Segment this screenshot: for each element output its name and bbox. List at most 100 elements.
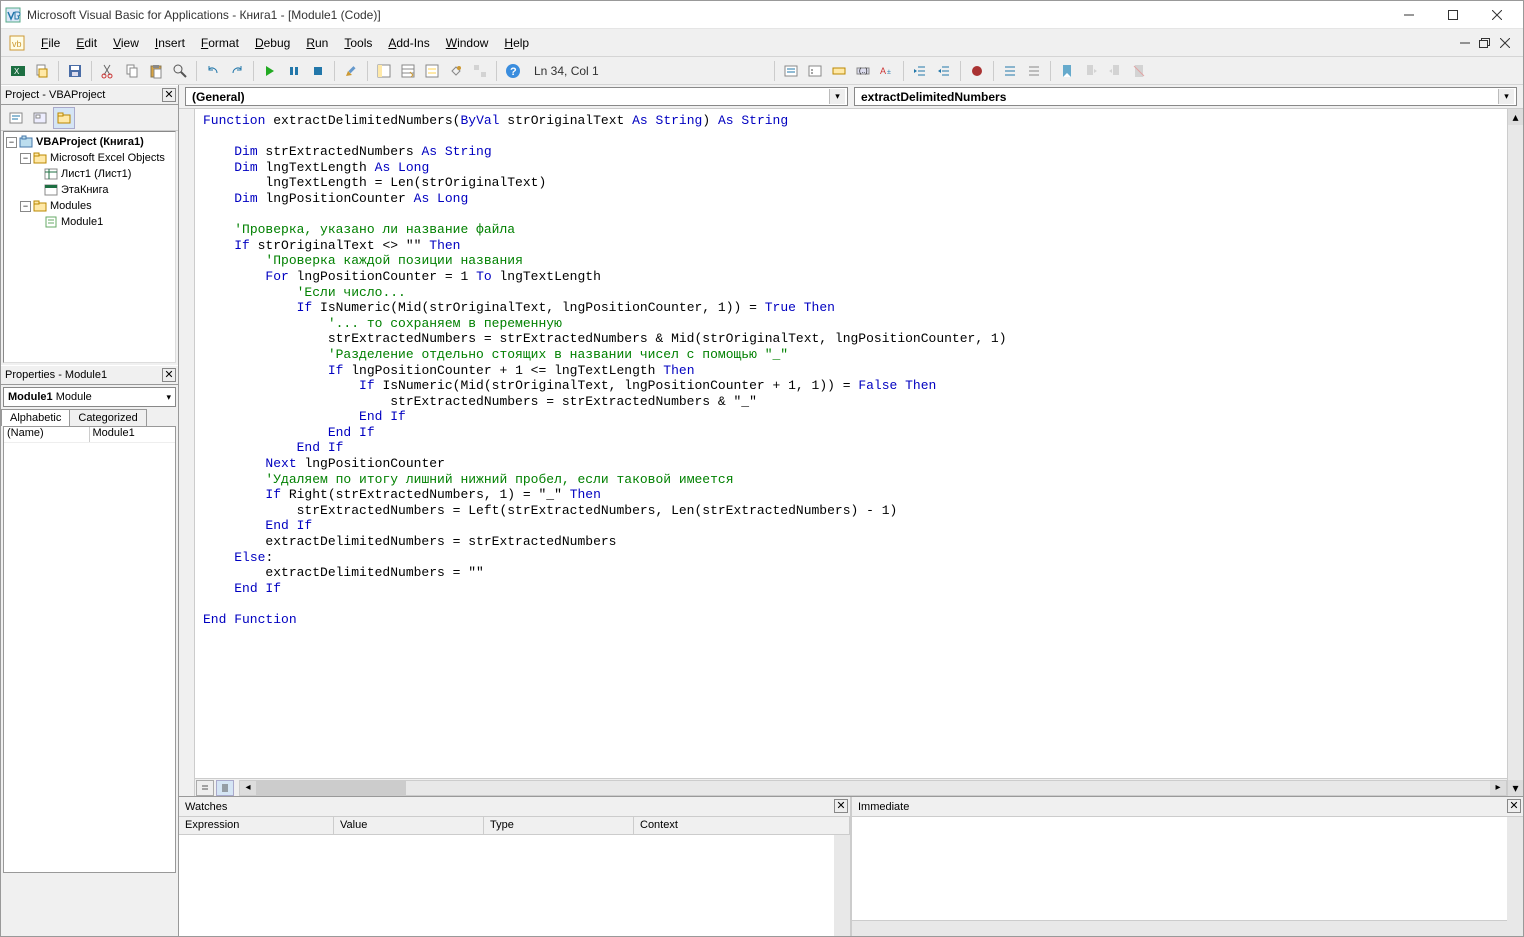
- code-text[interactable]: Function extractDelimitedNumbers(ByVal s…: [195, 109, 1507, 778]
- properties-grid[interactable]: (Name) Module1: [3, 426, 176, 873]
- mdi-minimize-button[interactable]: [1457, 35, 1473, 51]
- horizontal-scrollbar[interactable]: ◂ ▸: [239, 780, 1507, 796]
- redo-button[interactable]: [226, 60, 248, 82]
- tree-module1[interactable]: Module1: [4, 214, 175, 230]
- tree-collapse-icon[interactable]: −: [20, 201, 31, 212]
- paste-button[interactable]: [145, 60, 167, 82]
- bookmark-next-button[interactable]: [1080, 60, 1102, 82]
- complete-word-button[interactable]: A±: [876, 60, 898, 82]
- scroll-right-button[interactable]: ▸: [1490, 781, 1506, 795]
- quick-info-button[interactable]: [828, 60, 850, 82]
- properties-pane-header[interactable]: Properties - Module1 ✕: [1, 365, 178, 385]
- menu-view[interactable]: View: [105, 32, 147, 54]
- menu-help[interactable]: Help: [496, 32, 537, 54]
- watches-vscroll[interactable]: [834, 835, 850, 936]
- project-pane-header[interactable]: Project - VBAProject ✕: [1, 85, 178, 105]
- menu-insert[interactable]: Insert: [147, 32, 193, 54]
- find-button[interactable]: [169, 60, 191, 82]
- scroll-thumb[interactable]: [256, 781, 406, 795]
- project-pane-close-button[interactable]: ✕: [162, 88, 176, 102]
- immediate-header[interactable]: Immediate ✕: [852, 797, 1523, 817]
- tree-thisworkbook[interactable]: ЭтаКнига: [4, 182, 175, 198]
- tree-collapse-icon[interactable]: −: [6, 137, 17, 148]
- menu-edit[interactable]: Edit: [68, 32, 105, 54]
- cut-button[interactable]: [97, 60, 119, 82]
- toolbox-button[interactable]: [445, 60, 467, 82]
- watch-col-type[interactable]: Type: [484, 817, 634, 834]
- menu-run[interactable]: Run: [298, 32, 336, 54]
- scroll-down-button[interactable]: ▾: [1508, 780, 1523, 796]
- menu-addins[interactable]: Add-Ins: [380, 32, 437, 54]
- watches-body[interactable]: [179, 835, 850, 936]
- project-explorer-button[interactable]: [373, 60, 395, 82]
- menu-tools[interactable]: Tools: [336, 32, 380, 54]
- watches-header[interactable]: Watches ✕: [179, 797, 850, 817]
- watch-col-value[interactable]: Value: [334, 817, 484, 834]
- tree-modules-folder[interactable]: − Modules: [4, 198, 175, 214]
- uncomment-block-button[interactable]: [1023, 60, 1045, 82]
- tab-categorized[interactable]: Categorized: [69, 409, 146, 426]
- menu-file[interactable]: File: [33, 32, 68, 54]
- comment-block-button[interactable]: [999, 60, 1021, 82]
- code-margin[interactable]: [179, 109, 195, 796]
- outdent-button[interactable]: [933, 60, 955, 82]
- properties-pane-close-button[interactable]: ✕: [162, 368, 176, 382]
- mdi-close-button[interactable]: [1497, 35, 1513, 51]
- mdi-restore-button[interactable]: [1477, 35, 1493, 51]
- watch-col-expression[interactable]: Expression: [179, 817, 334, 834]
- close-button[interactable]: [1475, 1, 1519, 29]
- tree-root[interactable]: − VBAProject (Книга1): [4, 134, 175, 150]
- property-row[interactable]: (Name) Module1: [4, 427, 175, 443]
- toggle-folders-button[interactable]: [53, 107, 75, 129]
- help-button[interactable]: ?: [502, 60, 524, 82]
- tab-order-button[interactable]: [469, 60, 491, 82]
- view-excel-button[interactable]: X: [7, 60, 29, 82]
- window-buttons: [1387, 1, 1519, 29]
- tree-collapse-icon[interactable]: −: [20, 153, 31, 164]
- scroll-left-button[interactable]: ◂: [240, 781, 256, 795]
- reset-button[interactable]: [307, 60, 329, 82]
- project-tree[interactable]: − VBAProject (Книга1) − Microsoft Excel …: [3, 131, 176, 363]
- immediate-hscroll[interactable]: [852, 920, 1507, 936]
- parameter-info-button[interactable]: (..): [852, 60, 874, 82]
- object-browser-button[interactable]: [421, 60, 443, 82]
- watches-close-button[interactable]: ✕: [834, 799, 848, 813]
- full-module-view-button[interactable]: [216, 780, 234, 796]
- bookmark-toggle-button[interactable]: [1056, 60, 1078, 82]
- menu-debug[interactable]: Debug: [247, 32, 298, 54]
- tab-alphabetic[interactable]: Alphabetic: [1, 409, 70, 426]
- immediate-vscroll[interactable]: [1507, 817, 1523, 936]
- design-mode-button[interactable]: [340, 60, 362, 82]
- maximize-button[interactable]: [1431, 1, 1475, 29]
- insert-item-button[interactable]: [31, 60, 53, 82]
- object-dropdown[interactable]: (General) ▾: [185, 87, 848, 106]
- immediate-close-button[interactable]: ✕: [1507, 799, 1521, 813]
- immediate-body[interactable]: [852, 817, 1523, 936]
- properties-object-select[interactable]: Module1 Module ▾: [3, 387, 176, 407]
- vertical-scrollbar[interactable]: ▴ ▾: [1507, 109, 1523, 796]
- break-button[interactable]: [283, 60, 305, 82]
- property-value[interactable]: Module1: [90, 427, 176, 442]
- scroll-up-button[interactable]: ▴: [1508, 109, 1523, 125]
- menu-window[interactable]: Window: [438, 32, 497, 54]
- undo-button[interactable]: [202, 60, 224, 82]
- tree-sheet1[interactable]: Лист1 (Лист1): [4, 166, 175, 182]
- breakpoint-button[interactable]: [966, 60, 988, 82]
- bookmark-clear-button[interactable]: [1128, 60, 1150, 82]
- menu-format[interactable]: Format: [193, 32, 247, 54]
- procedure-view-button[interactable]: [196, 780, 214, 796]
- view-object-button[interactable]: [29, 107, 51, 129]
- list-constants-button[interactable]: [804, 60, 826, 82]
- procedure-dropdown[interactable]: extractDelimitedNumbers ▾: [854, 87, 1517, 106]
- copy-button[interactable]: [121, 60, 143, 82]
- properties-button[interactable]: [397, 60, 419, 82]
- minimize-button[interactable]: [1387, 1, 1431, 29]
- watch-col-context[interactable]: Context: [634, 817, 850, 834]
- view-code-button[interactable]: [5, 107, 27, 129]
- save-button[interactable]: [64, 60, 86, 82]
- tree-excel-objects-folder[interactable]: − Microsoft Excel Objects: [4, 150, 175, 166]
- indent-button[interactable]: [909, 60, 931, 82]
- bookmark-prev-button[interactable]: [1104, 60, 1126, 82]
- list-properties-button[interactable]: [780, 60, 802, 82]
- run-button[interactable]: [259, 60, 281, 82]
